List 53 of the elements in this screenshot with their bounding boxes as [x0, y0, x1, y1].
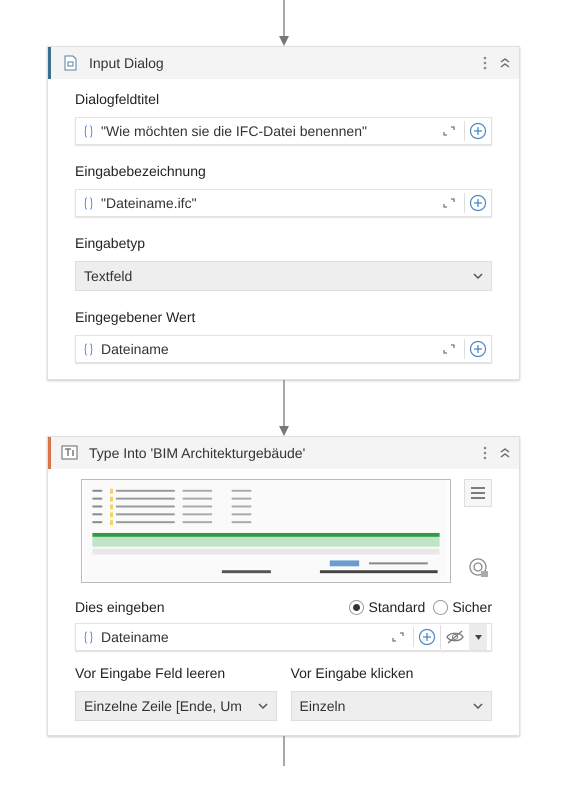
collapse-chevron-icon[interactable] [499, 57, 511, 69]
dropdown-arrow-button[interactable] [469, 624, 487, 650]
activity-header[interactable]: Input Dialog [48, 47, 519, 79]
field-value: Dateiname [101, 628, 170, 646]
expression-field[interactable]: "Wie möchten sie die IFC-Datei benennen" [75, 117, 492, 145]
field-label: Eingabetyp [75, 234, 146, 253]
radio-button[interactable] [433, 600, 448, 615]
add-circle-icon[interactable] [469, 340, 487, 358]
radio-button[interactable] [349, 600, 364, 615]
collapse-chevron-icon[interactable] [499, 447, 511, 459]
field-label: Dies eingeben [75, 598, 166, 617]
braces-icon [84, 196, 93, 210]
text-box-icon [61, 445, 79, 461]
field-label: Vor Eingabe klicken [290, 664, 414, 683]
expand-icon[interactable] [442, 197, 456, 209]
braces-icon [84, 342, 93, 356]
field-label: Eingegebener Wert [75, 308, 196, 327]
activity-title: Input Dialog [89, 54, 165, 73]
expression-field[interactable]: Dateiname [75, 335, 492, 363]
activity-title: Type Into 'BIM Architekturgebäude' [89, 444, 306, 463]
eye-slash-icon[interactable] [445, 629, 465, 645]
field-label: Eingabebezeichnung [75, 162, 207, 181]
dropdown[interactable]: Einzelne Zeile [Ende, Um [75, 691, 276, 721]
chevron-down-icon [473, 702, 483, 710]
connector-arrow [278, 0, 290, 46]
caret-icon [474, 634, 482, 640]
expand-icon[interactable] [442, 125, 456, 137]
radio-option[interactable]: Sicher [433, 597, 492, 618]
dropdown[interactable]: Textfeld [75, 261, 492, 291]
field-label: Dialogfeldtitel [75, 90, 160, 109]
field-value: Dateiname [101, 340, 170, 358]
expand-icon[interactable] [442, 343, 456, 355]
add-circle-icon[interactable] [469, 122, 487, 140]
radio-option[interactable]: Standard [349, 597, 426, 618]
menu-button[interactable] [464, 479, 492, 507]
add-circle-icon[interactable] [418, 628, 436, 646]
field-label: Vor Eingabe Feld leeren [75, 664, 226, 683]
activity-header[interactable]: Type Into 'BIM Architekturgebäude' [48, 437, 519, 469]
expression-field[interactable]: "Dateiname.ifc" [75, 189, 492, 217]
expand-icon[interactable] [391, 631, 405, 643]
menu-icon [471, 487, 485, 499]
braces-icon [84, 630, 93, 644]
document-icon [64, 55, 76, 71]
field-value: "Wie möchten sie die IFC-Datei benennen" [101, 122, 368, 140]
chevron-down-icon [258, 702, 268, 710]
connector-arrow [278, 380, 290, 436]
add-circle-icon[interactable] [469, 194, 487, 212]
expression-field[interactable]: Dateiname [75, 623, 492, 651]
field-value: "Dateiname.ifc" [101, 194, 198, 212]
dropdown[interactable]: Einzeln [290, 691, 492, 721]
braces-icon [84, 124, 93, 138]
chevron-down-icon [473, 272, 483, 280]
target-icon[interactable] [468, 557, 490, 579]
